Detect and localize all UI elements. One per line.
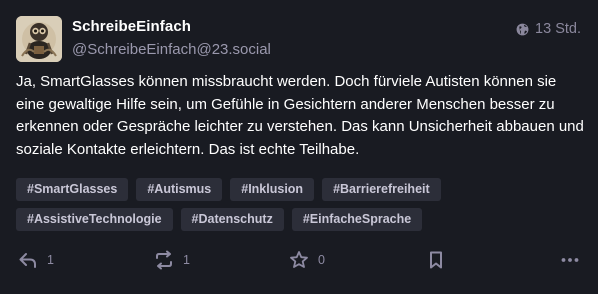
bookmark-button[interactable] [426,250,446,270]
hashtag[interactable]: #AssistiveTechnologie [16,208,173,231]
display-name[interactable]: SchreibeEinfach [72,18,191,35]
avatar[interactable] [16,16,62,62]
reply-count: 1 [47,253,54,267]
hashtag[interactable]: #EinfacheSprache [291,208,423,231]
favourite-button[interactable]: 0 [289,250,325,270]
post-time[interactable]: 13 Std. [516,21,581,37]
boost-button[interactable]: 1 [154,250,190,270]
reply-icon [18,250,38,270]
hashtag-list: #SmartGlasses #Autismus #Inklusion #Barr… [16,178,586,231]
hashtag[interactable]: #SmartGlasses [16,178,129,201]
favourite-count: 0 [318,253,325,267]
boost-count: 1 [183,253,190,267]
more-button[interactable] [560,250,580,270]
account-handle[interactable]: @SchreibeEinfach@23.social [72,41,271,58]
globe-icon [516,23,529,36]
hashtag[interactable]: #Datenschutz [180,208,284,231]
star-icon [289,250,309,270]
hashtag[interactable]: #Inklusion [230,178,315,201]
status-post: SchreibeEinfach @SchreibeEinfach@23.soci… [0,0,598,294]
bookmark-icon [426,250,446,270]
boost-icon [154,250,174,270]
more-icon [560,250,580,270]
hashtag[interactable]: #Barrierefreiheit [322,178,441,201]
post-text: Ja, SmartGlasses können missbraucht werd… [16,73,584,158]
reply-button[interactable]: 1 [18,250,54,270]
relative-time: 13 Std. [535,21,581,37]
hashtag[interactable]: #Autismus [136,178,223,201]
